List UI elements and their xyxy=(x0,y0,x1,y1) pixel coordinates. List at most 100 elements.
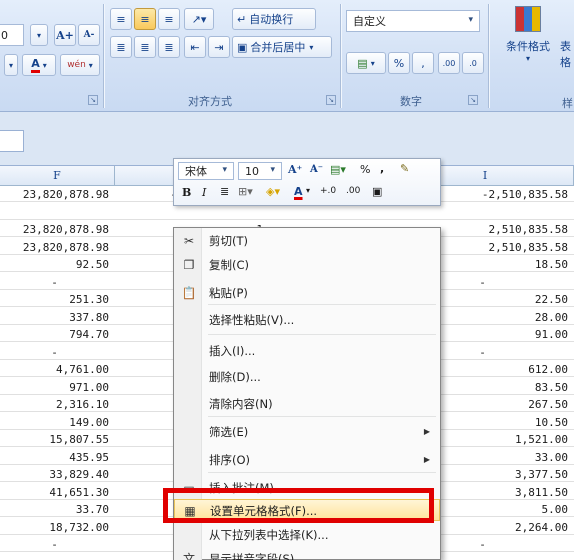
cell-f[interactable]: 149.00 xyxy=(0,415,115,430)
chevron-down-icon[interactable]: ▾ xyxy=(306,186,310,195)
cell-f[interactable]: 41,651.30 xyxy=(0,485,115,500)
menu-item-label: 删除(D)... xyxy=(209,370,261,384)
conditional-format-label: 条件格式 xyxy=(506,40,550,53)
cell-f[interactable]: 92.50 xyxy=(0,257,115,272)
mini-format-painter-icon[interactable]: ✎ xyxy=(400,162,409,175)
conditional-format-icon xyxy=(515,6,541,32)
mini-merge-icon[interactable]: ▣ xyxy=(372,185,382,198)
grow-font-icon[interactable]: A+ xyxy=(54,24,76,46)
menu-item[interactable]: 选择性粘贴(V)... xyxy=(174,309,440,331)
number-format-combo[interactable]: 自定义 ▾ xyxy=(346,10,480,32)
mini-font-color-icon[interactable]: A xyxy=(294,185,303,198)
merge-center-icon: ▣ xyxy=(237,40,248,54)
menu-item[interactable]: ❐ 复制(C) xyxy=(174,254,440,276)
conditional-format-button[interactable]: 条件格式 ▾ xyxy=(496,6,560,86)
shrink-font-icon[interactable]: A- xyxy=(78,24,100,46)
font-size-combo[interactable]: 0 xyxy=(0,24,24,46)
align-top-icon: ≡ xyxy=(116,12,126,26)
increase-decimal-button[interactable]: .00 xyxy=(438,52,460,74)
align-top-button[interactable]: ≡ xyxy=(110,8,132,30)
cell-f[interactable]: 251.30 xyxy=(0,292,115,307)
chevron-down-icon: ▾ xyxy=(309,42,314,52)
decrease-indent-button[interactable]: ⇤ xyxy=(184,36,206,58)
cell-i[interactable] xyxy=(397,205,574,220)
cell-g[interactable] xyxy=(115,205,269,220)
menu-item[interactable]: 📋 粘贴(P) xyxy=(174,282,440,304)
mini-percent-icon[interactable]: % xyxy=(360,163,370,176)
alignment-launcher-icon[interactable]: ↘ xyxy=(326,95,336,105)
align-left-button[interactable]: ≣ xyxy=(110,36,132,58)
number-launcher-icon[interactable]: ↘ xyxy=(468,95,478,105)
mini-grow-font-icon[interactable]: A⁺ xyxy=(288,163,302,176)
menu-item[interactable]: ✂ 剪切(T) xyxy=(174,230,440,252)
mini-comma-icon[interactable]: , xyxy=(380,162,384,175)
paste-icon: 📋 xyxy=(181,286,197,300)
font-size-dropdown-button[interactable]: ▾ xyxy=(30,24,48,46)
mini-font-name-combo[interactable]: 宋体 ▾ xyxy=(178,162,234,180)
orientation-button[interactable]: ↗▾ xyxy=(184,8,214,30)
cell-h[interactable] xyxy=(269,205,397,220)
mini-italic-icon[interactable]: I xyxy=(202,186,206,199)
group-separator xyxy=(340,4,341,108)
increase-indent-button[interactable]: ⇥ xyxy=(208,36,230,58)
cell-f[interactable]: 435.95 xyxy=(0,450,115,465)
menu-item[interactable]: 从下拉列表中选择(K)... xyxy=(174,524,440,546)
mini-bold-icon[interactable]: B xyxy=(182,186,191,199)
cell-f[interactable]: 4,761.00 xyxy=(0,362,115,377)
align-center-icon: ≣ xyxy=(140,40,150,54)
mini-accounting-icon[interactable]: ▤▾ xyxy=(330,163,346,176)
align-right-icon: ≣ xyxy=(164,40,174,54)
align-center-button[interactable]: ≣ xyxy=(134,36,156,58)
menu-item[interactable]: 筛选(E) ▶ xyxy=(174,421,440,443)
cell-f[interactable]: 971.00 xyxy=(0,380,115,395)
align-bottom-button[interactable]: ≡ xyxy=(158,8,180,30)
font-launcher-icon[interactable]: ↘ xyxy=(88,95,98,105)
cell-f[interactable]: 337.80 xyxy=(0,310,115,325)
name-box[interactable] xyxy=(0,130,24,152)
cell-f[interactable]: - xyxy=(0,345,115,360)
menu-item[interactable]: 清除内容(N) xyxy=(174,393,440,415)
mini-font-size-combo[interactable]: 10 ▾ xyxy=(238,162,282,180)
menu-item-label: 从下拉列表中选择(K)... xyxy=(209,528,329,542)
menu-separator xyxy=(208,334,436,335)
cell-f[interactable]: 2,316.10 xyxy=(0,397,115,412)
table-row[interactable] xyxy=(0,205,574,220)
mini-borders-icon[interactable]: ⊞▾ xyxy=(238,185,253,198)
mini-shrink-font-icon[interactable]: A⁻ xyxy=(310,164,323,175)
mini-increase-decimal-icon[interactable]: +.0 xyxy=(320,186,336,196)
cell-f[interactable]: 33.70 xyxy=(0,502,115,517)
cell-f[interactable]: 18,732.00 xyxy=(0,520,115,535)
cell-f[interactable]: - xyxy=(0,275,115,290)
font-color-button[interactable]: A ▾ xyxy=(22,54,56,76)
cell-f[interactable]: 23,820,878.98 xyxy=(0,222,115,237)
menu-item[interactable]: 文 显示拼音字段(S) xyxy=(174,548,440,560)
mini-fill-color-icon[interactable]: ◈▾ xyxy=(266,185,280,198)
menu-item[interactable]: 删除(D)... xyxy=(174,366,440,388)
cell-f[interactable]: - xyxy=(0,537,115,552)
align-right-button[interactable]: ≣ xyxy=(158,36,180,58)
cell-f[interactable]: 23,820,878.98 xyxy=(0,187,115,202)
decrease-indent-icon: ⇤ xyxy=(190,40,200,54)
format-as-table-label[interactable]: 表格 xyxy=(560,38,574,70)
cell-f[interactable]: 33,829.40 xyxy=(0,467,115,482)
menu-separator xyxy=(208,304,436,305)
mini-decrease-decimal-icon[interactable]: .00 xyxy=(346,186,360,196)
merge-center-button[interactable]: ▣ 合并后居中 ▾ xyxy=(232,36,332,58)
decrease-decimal-button[interactable]: .0 xyxy=(462,52,484,74)
comma-button[interactable]: , xyxy=(412,52,434,74)
cell-f[interactable]: 23,820,878.98 xyxy=(0,240,115,255)
phonetic-icon: wén xyxy=(67,60,86,70)
wrap-text-button[interactable]: ↵ 自动换行 xyxy=(232,8,316,30)
mini-center-icon[interactable]: ≣ xyxy=(220,185,229,198)
cell-f[interactable] xyxy=(0,205,115,220)
percent-button[interactable]: % xyxy=(388,52,410,74)
accounting-format-button[interactable]: ▤ ▾ xyxy=(346,52,386,74)
align-middle-button[interactable]: ≡ xyxy=(134,8,156,30)
cell-f[interactable]: 794.70 xyxy=(0,327,115,342)
fill-color-dropdown-button[interactable]: ▾ xyxy=(4,54,18,76)
column-header-f[interactable]: F xyxy=(0,166,115,186)
menu-item[interactable]: 排序(O) ▶ xyxy=(174,449,440,471)
menu-item[interactable]: 插入(I)... xyxy=(174,340,440,362)
cell-f[interactable]: 15,807.55 xyxy=(0,432,115,447)
phonetic-button[interactable]: wén ▾ xyxy=(60,54,100,76)
